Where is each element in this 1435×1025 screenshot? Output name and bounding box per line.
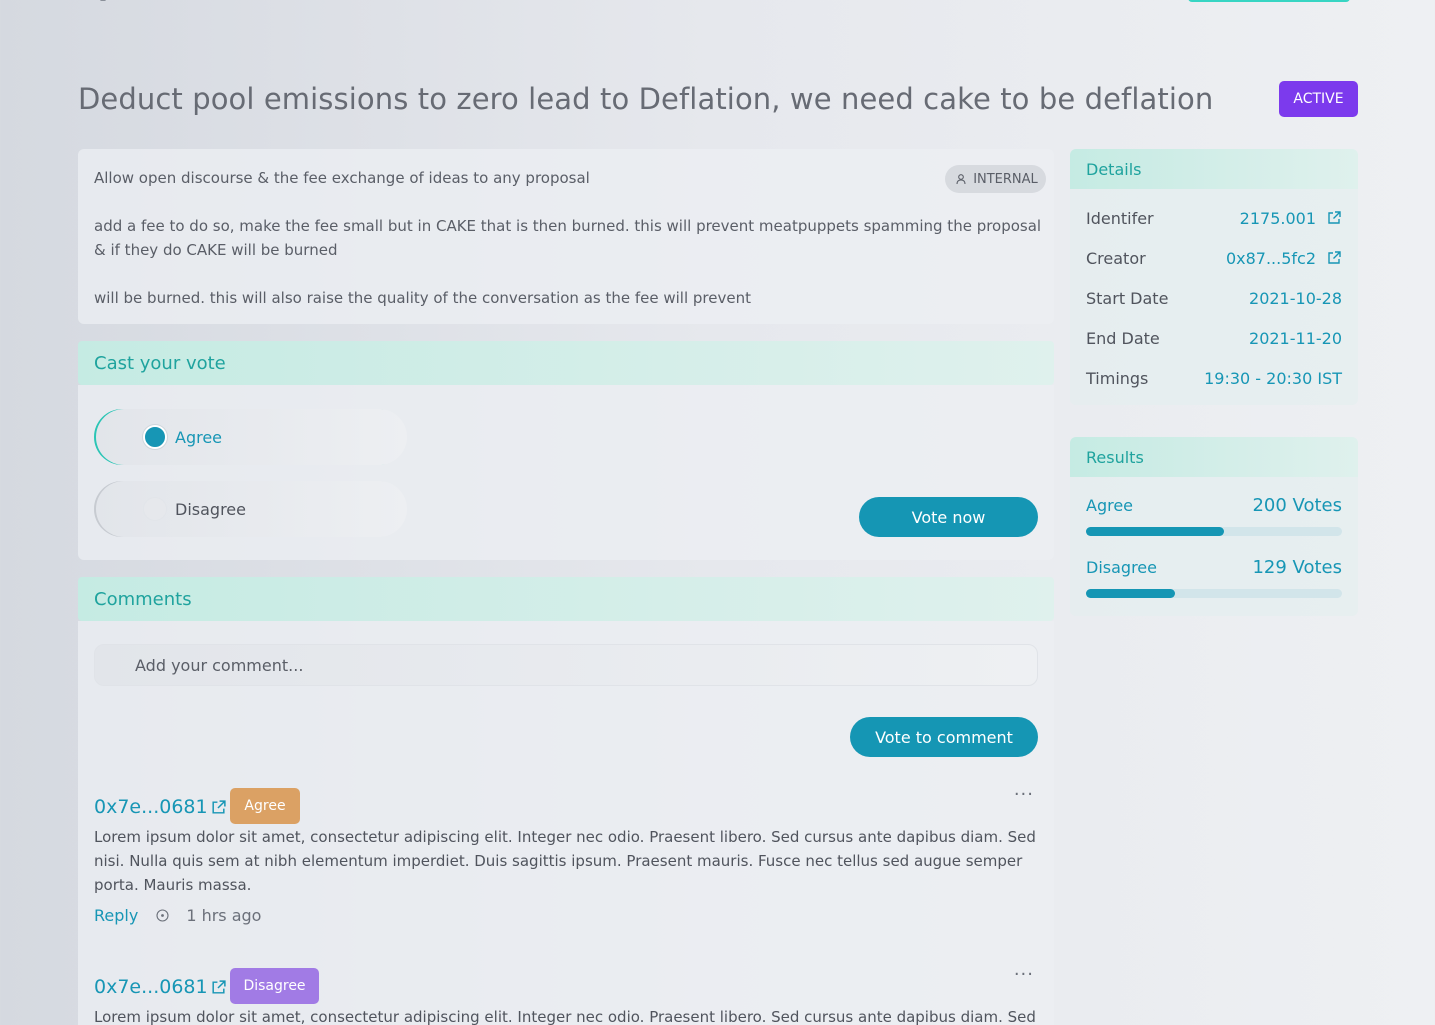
identifier-link[interactable]: 2175.001 bbox=[1240, 209, 1342, 228]
results-panel: Agree 200 Votes Disagree 129 Votes bbox=[1070, 477, 1358, 616]
result-bar-track bbox=[1086, 589, 1342, 598]
vote-option-label: Agree bbox=[175, 427, 223, 447]
visibility-label: INTERNAL bbox=[973, 171, 1038, 187]
result-bar-track bbox=[1086, 527, 1342, 536]
creator-link[interactable]: 0x87...5fc2 bbox=[1226, 249, 1342, 268]
detail-key: Timings bbox=[1086, 368, 1149, 388]
radio-selected[interactable] bbox=[143, 425, 167, 449]
comment-input[interactable]: Add your comment... bbox=[94, 644, 1038, 686]
reply-link[interactable]: Reply bbox=[94, 906, 138, 925]
radio-unselected[interactable] bbox=[143, 497, 167, 521]
description-paragraph: add a fee to do so, make the fee small b… bbox=[94, 217, 1042, 259]
vote-option-disagree[interactable]: Disagree bbox=[94, 481, 407, 537]
cast-vote-heading: Cast your vote bbox=[78, 341, 1054, 385]
detail-row-start-date: Start Date 2021-10-28 bbox=[1086, 286, 1342, 310]
comment-time: 1 hrs ago bbox=[186, 906, 262, 925]
result-label: Disagree bbox=[1086, 558, 1157, 577]
comment-text: Lorem ipsum dolor sit amet, consectetur … bbox=[94, 828, 1036, 894]
vote-option-label: Disagree bbox=[175, 499, 246, 519]
result-label: Agree bbox=[1086, 496, 1134, 515]
comment-stance-badge: Agree bbox=[230, 788, 300, 824]
clock-icon bbox=[156, 909, 169, 922]
more-icon[interactable]: ··· bbox=[1014, 784, 1034, 805]
detail-row-creator: Creator 0x87...5fc2 bbox=[1086, 246, 1342, 270]
detail-value: 19:30 - 20:30 IST bbox=[1204, 368, 1342, 388]
result-row-agree: Agree 200 Votes bbox=[1086, 495, 1342, 536]
vote-to-comment-button[interactable]: Vote to comment bbox=[850, 717, 1038, 757]
comment-author-link[interactable]: 0x7e...0681 bbox=[94, 796, 227, 818]
vote-now-button[interactable]: Vote now bbox=[859, 497, 1038, 537]
top-fragment bbox=[100, 0, 106, 1]
comment-author[interactable]: 0x7e...0681 bbox=[94, 976, 208, 998]
detail-row-timings: Timings 19:30 - 20:30 IST bbox=[1086, 366, 1342, 390]
more-icon[interactable]: ··· bbox=[1014, 964, 1034, 985]
comment-author[interactable]: 0x7e...0681 bbox=[94, 796, 208, 818]
comment-author-link[interactable]: 0x7e...0681 bbox=[94, 976, 227, 998]
top-button-edge[interactable] bbox=[1188, 0, 1350, 2]
result-bar-fill bbox=[1086, 527, 1224, 536]
detail-key: Start Date bbox=[1086, 288, 1169, 308]
external-link-icon[interactable] bbox=[1326, 250, 1342, 266]
result-votes: 200 Votes bbox=[1252, 495, 1342, 516]
detail-value[interactable]: 2175.001 bbox=[1240, 209, 1316, 228]
user-icon bbox=[956, 174, 966, 185]
detail-row-end-date: End Date 2021-11-20 bbox=[1086, 326, 1342, 350]
details-panel: Identifer 2175.001 Creator 0x87...5fc2 S… bbox=[1070, 189, 1358, 405]
page-title: Deduct pool emissions to zero lead to De… bbox=[78, 82, 1214, 116]
detail-value: 2021-11-20 bbox=[1249, 328, 1342, 348]
detail-key: Creator bbox=[1086, 248, 1146, 268]
comment-meta: Reply 1 hrs ago bbox=[94, 906, 261, 925]
result-bar-fill bbox=[1086, 589, 1175, 598]
detail-value[interactable]: 0x87...5fc2 bbox=[1226, 249, 1316, 268]
detail-row-identifier: Identifer 2175.001 bbox=[1086, 206, 1342, 230]
detail-key: End Date bbox=[1086, 328, 1160, 348]
status-badge: ACTIVE bbox=[1279, 81, 1358, 117]
external-link-icon[interactable] bbox=[1326, 210, 1342, 226]
description-paragraph: Allow open discourse & the fee exchange … bbox=[94, 169, 590, 187]
visibility-badge: INTERNAL bbox=[945, 165, 1046, 193]
cast-vote-panel: Agree Disagree Vote now bbox=[78, 385, 1054, 560]
results-heading: Results bbox=[1070, 437, 1358, 477]
comment-stance-badge: Disagree bbox=[230, 968, 319, 1004]
comments-panel: Add your comment... Vote to comment 0x7e… bbox=[78, 621, 1054, 1025]
comment-text: Lorem ipsum dolor sit amet, consectetur … bbox=[94, 1008, 1036, 1025]
result-row-disagree: Disagree 129 Votes bbox=[1086, 557, 1342, 598]
description-paragraph: will be burned. this will also raise the… bbox=[94, 289, 751, 307]
detail-key: Identifer bbox=[1086, 208, 1154, 228]
comments-heading: Comments bbox=[78, 577, 1054, 621]
vote-option-agree[interactable]: Agree bbox=[94, 409, 407, 465]
details-heading: Details bbox=[1070, 149, 1358, 189]
proposal-description: Allow open discourse & the fee exchange … bbox=[78, 149, 1054, 324]
result-votes: 129 Votes bbox=[1252, 557, 1342, 578]
external-link-icon[interactable] bbox=[210, 979, 227, 996]
external-link-icon[interactable] bbox=[210, 799, 227, 816]
detail-value: 2021-10-28 bbox=[1249, 288, 1342, 308]
